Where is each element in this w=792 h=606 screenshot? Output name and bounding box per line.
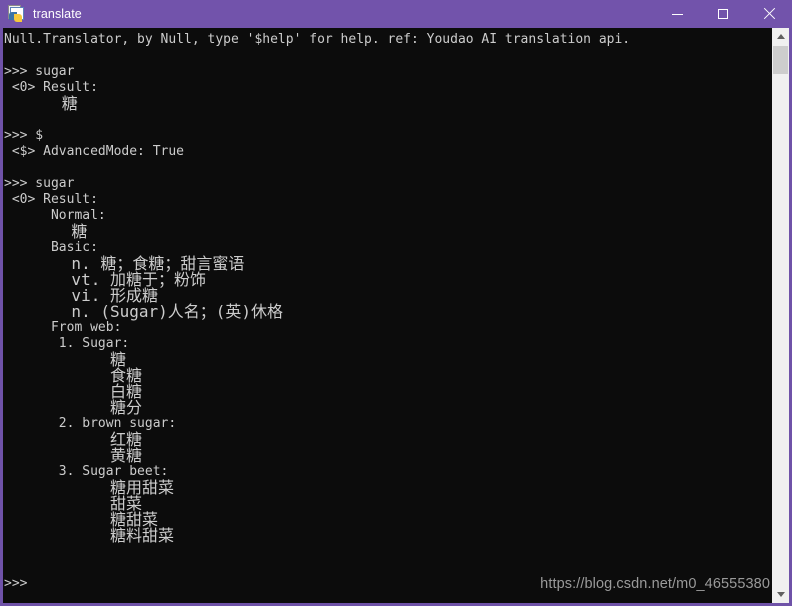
close-icon (763, 8, 775, 20)
close-button[interactable] (746, 0, 792, 28)
window-title: translate (33, 7, 82, 21)
console-line: Normal: (4, 208, 106, 223)
window-controls (654, 0, 792, 28)
minimize-icon (671, 13, 683, 15)
console-line: From web: (4, 320, 122, 335)
scrollbar-thumb[interactable] (773, 46, 788, 74)
console-line: <0> Result: (4, 192, 98, 207)
console-line: <0> Result: (4, 80, 98, 95)
maximize-icon (718, 9, 728, 19)
application-window: translate Null.Translator, by Null, type… (0, 0, 792, 606)
console-output[interactable]: Null.Translator, by Null, type '$help' f… (3, 28, 773, 603)
chevron-down-icon (776, 592, 785, 597)
vertical-scrollbar[interactable] (772, 28, 789, 603)
window-titlebar[interactable]: translate (0, 0, 792, 28)
python-script-icon (7, 5, 25, 23)
console-line: 糖 (4, 222, 88, 241)
console-line: >>> sugar (4, 176, 75, 191)
console-viewport: Null.Translator, by Null, type '$help' f… (3, 28, 789, 603)
console-line: >>> $ (4, 128, 44, 143)
console-line: 糖 (4, 94, 78, 113)
console-line: 糖分 (4, 398, 142, 417)
maximize-button[interactable] (700, 0, 746, 28)
console-line: >>> sugar (4, 64, 75, 79)
console-line: <$> AdvancedMode: True (4, 144, 185, 159)
console-line: n. (Sugar)人名；(英)休格 (4, 302, 284, 321)
watermark-url: https://blog.csdn.net/m0_46555380 (540, 576, 770, 592)
console-line: 糖料甜菜 (4, 526, 174, 545)
console-line: Null.Translator, by Null, type '$help' f… (4, 32, 631, 47)
scroll-up-button[interactable] (772, 28, 789, 45)
chevron-up-icon (776, 34, 785, 39)
scroll-down-button[interactable] (772, 586, 789, 603)
console-line: 黄糖 (4, 446, 142, 465)
minimize-button[interactable] (654, 0, 700, 28)
